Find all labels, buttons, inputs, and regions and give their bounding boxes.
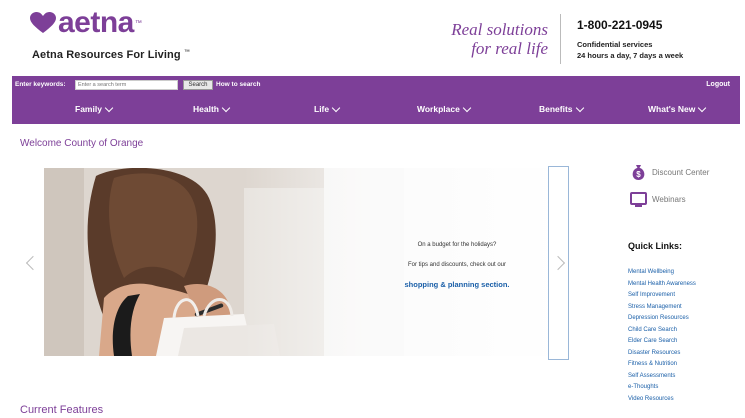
quick-link[interactable]: Fitness & Nutrition (628, 359, 696, 371)
site-subtitle: Aetna Resources For Living ™ (32, 49, 190, 61)
logout-link[interactable]: Logout (706, 81, 730, 88)
search-input[interactable] (75, 80, 178, 90)
webinars-link[interactable]: Webinars (630, 191, 686, 208)
tagline: Real solutions for real life (420, 20, 548, 58)
nav-item-family[interactable]: Family (75, 103, 114, 114)
nav-item-whats-new[interactable]: What's New (648, 103, 707, 114)
carousel-prev-arrow-icon[interactable] (25, 255, 41, 271)
quick-link[interactable]: Self Assessments (628, 371, 696, 383)
chevron-down-icon (462, 103, 472, 112)
hero-carousel: On a budget for the holidays? For tips a… (22, 162, 570, 362)
main-navbar: Enter keywords: Search How to search Log… (12, 76, 740, 124)
nav-item-label: Life (314, 104, 330, 114)
heart-icon (30, 12, 56, 33)
phone-number[interactable]: 1-800-221-0945 (577, 18, 662, 32)
nav-item-label: Family (75, 104, 102, 114)
chevron-down-icon (575, 103, 584, 112)
quick-link[interactable]: Stress Management (628, 302, 696, 314)
nav-item-label: Health (193, 104, 219, 114)
webinars-label: Webinars (652, 195, 686, 204)
nav-item-label: What's New (648, 104, 696, 114)
service-hours: 24 hours a day, 7 days a week (577, 51, 684, 60)
header: aetna ™ Aetna Resources For Living ™ Rea… (0, 0, 745, 76)
quick-links-list: Mental Wellbeing Mental Health Awareness… (628, 267, 696, 405)
svg-text:$: $ (636, 170, 641, 179)
slide-headline: On a budget for the holidays? (417, 242, 497, 248)
chevron-down-icon (104, 103, 114, 112)
quick-link[interactable]: Depression Resources (628, 313, 696, 325)
quick-link[interactable]: Disaster Resources (628, 348, 696, 360)
quick-link[interactable]: e-Thoughts (628, 382, 696, 394)
money-bag-icon: $ (632, 165, 645, 180)
quick-link[interactable]: Self Improvement (628, 290, 696, 302)
site-subtitle-text: Aetna Resources For Living (32, 49, 181, 61)
quick-link[interactable]: Video Resources (628, 394, 696, 406)
nav-item-health[interactable]: Health (193, 103, 231, 114)
shopping-planning-link[interactable]: shopping & planning section. (362, 280, 552, 289)
nav-item-label: Workplace (417, 104, 460, 114)
header-divider (560, 14, 561, 64)
slide-description: For tips and discounts, check out our (407, 262, 507, 268)
logo-trademark: ™ (134, 19, 142, 27)
nav-item-workplace[interactable]: Workplace (417, 103, 472, 114)
welcome-message: Welcome County of Orange (20, 138, 144, 149)
nav-item-label: Benefits (539, 104, 573, 114)
quick-link[interactable]: Mental Wellbeing (628, 267, 696, 279)
discount-center-link[interactable]: $ Discount Center (630, 164, 709, 181)
monitor-icon (630, 192, 647, 207)
quick-link[interactable]: Child Care Search (628, 325, 696, 337)
discount-center-label: Discount Center (652, 168, 710, 177)
site-subtitle-mark: ™ (183, 49, 190, 56)
tagline-line1: Real solutions (451, 20, 548, 39)
nav-item-benefits[interactable]: Benefits (539, 103, 584, 114)
search-button[interactable]: Search (183, 80, 213, 90)
confidential-services: Confidential services (577, 40, 653, 49)
search-label: Enter keywords: (15, 81, 66, 88)
chevron-down-icon (698, 103, 707, 112)
tagline-line2: for real life (471, 39, 548, 58)
nav-item-life[interactable]: Life (314, 103, 341, 114)
quick-link[interactable]: Elder Care Search (628, 336, 696, 348)
aetna-logo[interactable]: aetna ™ (30, 6, 142, 39)
logo-text: aetna (58, 6, 134, 39)
chevron-down-icon (221, 103, 231, 112)
how-to-search-link[interactable]: How to search (216, 81, 260, 88)
carousel-slide[interactable]: On a budget for the holidays? For tips a… (44, 168, 564, 356)
quick-link[interactable]: Mental Health Awareness (628, 279, 696, 291)
chevron-down-icon (331, 103, 341, 112)
quick-links-title: Quick Links: (628, 241, 683, 251)
nav-menu: Family Health Life Workplace Benefits Wh… (12, 103, 740, 118)
current-features-heading: Current Features (20, 404, 104, 416)
